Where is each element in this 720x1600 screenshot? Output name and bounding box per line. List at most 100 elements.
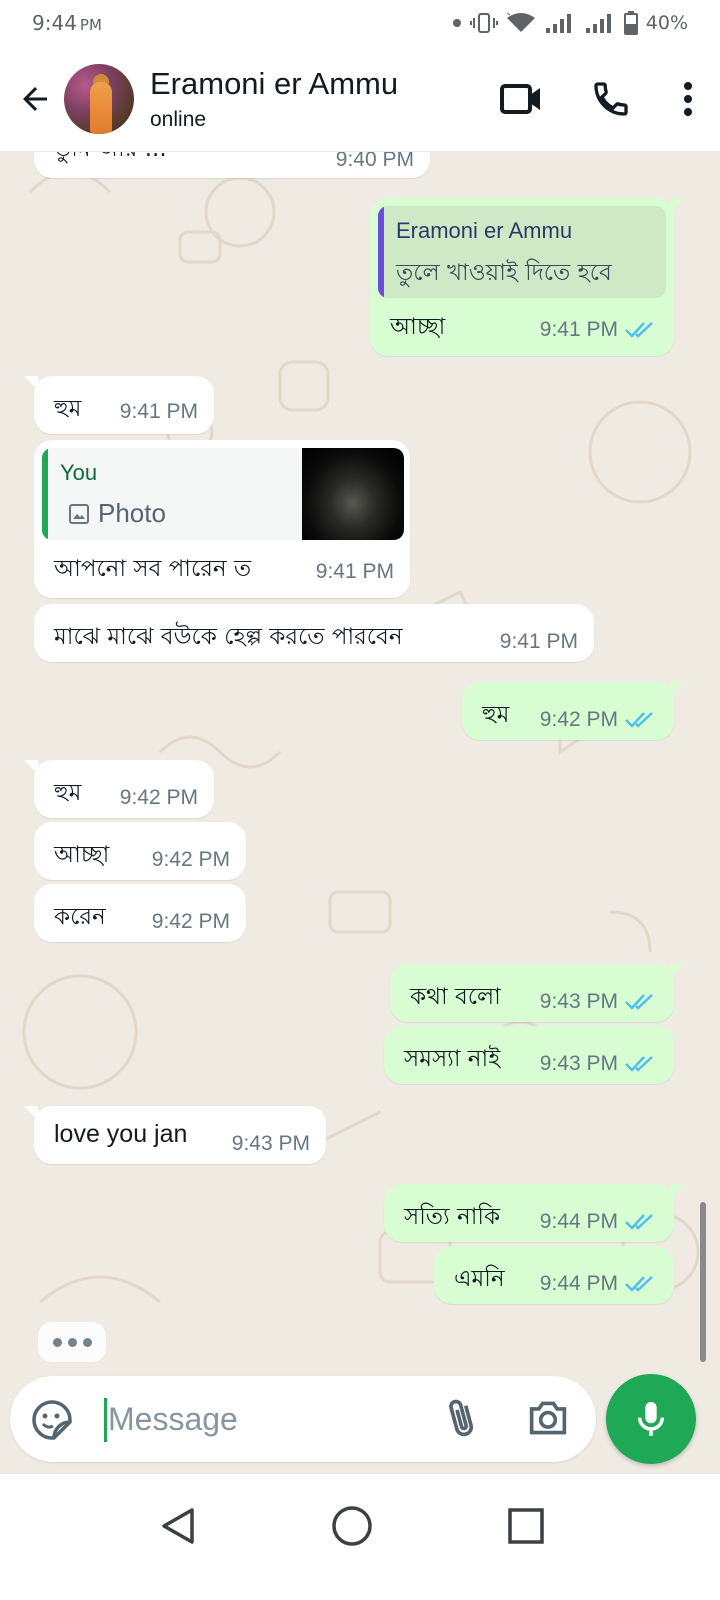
video-camera-icon <box>500 83 540 114</box>
message-time: 9:42 PM <box>539 708 618 731</box>
battery-icon <box>623 11 638 35</box>
message-incoming[interactable]: love you jan 9:43 PM <box>24 1106 326 1164</box>
message-text: আপনো সব পারেন ত <box>54 556 252 582</box>
camera-button[interactable] <box>526 1398 574 1442</box>
quoted-sender: Eramoni er Ammu <box>396 218 573 243</box>
message-incoming[interactable]: হুম 9:41 PM <box>24 376 214 434</box>
typing-indicator <box>38 1322 106 1362</box>
composer <box>10 1376 596 1462</box>
message-text: এমনি <box>454 1266 505 1292</box>
double-check-icon <box>625 322 653 338</box>
message-incoming[interactable]: আচ্ছা 9:42 PM <box>34 822 246 880</box>
vibrate-icon <box>469 12 498 34</box>
message-incoming[interactable]: You Photo আপনো সব পারেন ত 9:41 PM <box>34 440 410 598</box>
quoted-message[interactable]: Eramoni er Ammu তুলে খাওয়াই দিতে হবে <box>378 206 666 298</box>
message-time: 9:42 PM <box>119 786 198 809</box>
message-input[interactable] <box>108 1394 408 1444</box>
message-incoming[interactable]: তুমি আর ... 9:40 PM <box>34 152 430 178</box>
message-text: আচ্ছা <box>390 314 446 340</box>
quoted-message[interactable]: You Photo <box>42 448 404 540</box>
quoted-text: Photo <box>98 498 166 528</box>
message-time: 9:43 PM <box>231 1132 310 1155</box>
message-time: 9:41 PM <box>499 630 578 653</box>
message-outgoing[interactable]: সমস্যা নাই 9:43 PM <box>384 1026 674 1084</box>
message-incoming[interactable]: হুম 9:42 PM <box>24 760 214 818</box>
nav-home-button[interactable] <box>322 1496 382 1556</box>
dot-icon <box>452 18 462 28</box>
signal-icon <box>544 12 576 34</box>
text-caret <box>104 1398 107 1442</box>
message-time: 9:41 PM <box>539 318 618 341</box>
message-text: সমস্যা নাই <box>404 1046 501 1072</box>
contact-status: online <box>150 107 207 131</box>
message-outgoing[interactable]: হুম 9:42 PM <box>462 682 684 740</box>
message-time: 9:42 PM <box>151 848 230 871</box>
more-vertical-icon <box>684 81 692 116</box>
quoted-text: তুলে খাওয়াই দিতে হবে <box>396 260 612 286</box>
message-list[interactable]: তুমি আর ... 9:40 PM Eramoni er Ammu তুলে… <box>0 152 720 1370</box>
message-outgoing[interactable]: এমনি 9:44 PM <box>434 1246 674 1304</box>
contact-info[interactable]: Eramoni er Ammu online <box>150 66 476 132</box>
status-bar: 9:44 PM 40% <box>0 0 720 46</box>
message-text: হুম <box>54 396 82 422</box>
composer-bar <box>0 1370 720 1474</box>
image-icon <box>69 503 89 524</box>
status-icons: 40% <box>452 11 688 35</box>
sticker-icon <box>32 1400 72 1440</box>
message-text: হুম <box>482 702 510 728</box>
voice-message-button[interactable] <box>606 1374 696 1464</box>
message-time: 9:44 PM <box>539 1272 618 1295</box>
quoted-photo-thumbnail <box>302 448 404 540</box>
paperclip-icon <box>449 1399 474 1437</box>
chat-header: Eramoni er Ammu online <box>0 46 720 152</box>
message-time: 9:41 PM <box>119 400 198 423</box>
message-text: তুমি আর ... <box>54 152 167 169</box>
attach-button[interactable] <box>440 1396 484 1444</box>
quoted-sender: You <box>60 460 98 485</box>
message-text: হুম <box>54 780 82 806</box>
nav-back-button[interactable] <box>148 1496 208 1556</box>
message-outgoing[interactable]: Eramoni er Ammu তুলে খাওয়াই দিতে হবে আচ… <box>370 198 684 356</box>
message-incoming[interactable]: মাঝে মাঝে বউকে হেল্প করতে পারবেন 9:41 PM <box>34 604 594 662</box>
avatar[interactable] <box>64 63 134 134</box>
double-check-icon <box>625 712 653 728</box>
more-options-button[interactable] <box>656 64 720 134</box>
message-time: 9:41 PM <box>315 560 394 583</box>
nav-recents-button[interactable] <box>496 1496 556 1556</box>
message-time: 9:42 PM <box>151 910 230 933</box>
message-outgoing[interactable]: সত্যি নাকি 9:44 PM <box>384 1184 684 1242</box>
camera-icon <box>529 1401 567 1435</box>
message-text: কথা বলো <box>410 984 501 1010</box>
message-text: love you jan <box>54 1120 188 1148</box>
phone-icon <box>594 81 628 116</box>
message-text: করেন <box>54 904 106 930</box>
video-call-button[interactable] <box>476 64 566 134</box>
message-incoming[interactable]: করেন 9:42 PM <box>34 884 246 942</box>
message-text: সত্যি নাকি <box>404 1204 501 1230</box>
double-check-icon <box>625 1276 653 1292</box>
message-time: 9:40 PM <box>335 152 414 171</box>
square-recents-icon <box>508 1508 544 1544</box>
status-time: 9:44 PM <box>32 11 102 35</box>
arrow-left-icon <box>23 86 47 111</box>
message-outgoing[interactable]: কথা বলো 9:43 PM <box>390 964 684 1022</box>
signal-icon <box>584 12 616 34</box>
contact-name: Eramoni er Ammu <box>150 65 399 101</box>
back-button[interactable] <box>8 69 62 129</box>
voice-call-button[interactable] <box>566 64 656 134</box>
microphone-icon <box>637 1402 665 1436</box>
wifi-icon <box>506 12 536 34</box>
message-time: 9:43 PM <box>539 990 618 1013</box>
double-check-icon <box>625 1056 653 1072</box>
triangle-back-icon <box>162 1508 194 1544</box>
scrollbar[interactable] <box>700 1202 706 1362</box>
message-text: মাঝে মাঝে বউকে হেল্প করতে পারবেন <box>54 624 403 650</box>
double-check-icon <box>625 994 653 1010</box>
circle-home-icon <box>332 1506 372 1546</box>
double-check-icon <box>625 1214 653 1230</box>
system-nav-bar <box>0 1474 720 1600</box>
message-time: 9:43 PM <box>539 1052 618 1075</box>
message-text: আচ্ছা <box>54 842 110 868</box>
sticker-button[interactable] <box>30 1398 74 1442</box>
battery-percent: 40% <box>645 12 688 34</box>
